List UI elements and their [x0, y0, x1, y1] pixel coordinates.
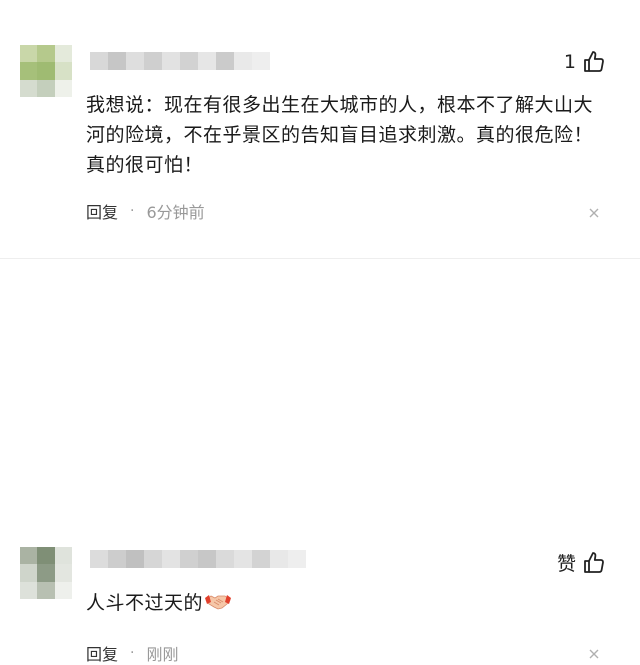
comment-meta: 回复 · 6分钟前: [86, 199, 205, 223]
thumbs-up-icon: [582, 50, 606, 74]
comment-item: 1 我想说：现在有很多出生在大城市的人，根本不了解大山大河的险境，不在乎景区的告…: [0, 0, 640, 258]
comment-item: 赞 人斗不过天的 回复 · 刚刚: [0, 262, 640, 664]
meta-separator: ·: [130, 203, 135, 219]
handshake-emoji-icon: [205, 591, 232, 611]
reply-button[interactable]: 回复: [86, 199, 118, 223]
username-pixelated[interactable]: [90, 52, 270, 70]
comment-text: 人斗不过天的: [86, 588, 606, 618]
close-icon[interactable]: [588, 648, 600, 660]
comment-time: 刚刚: [146, 645, 179, 664]
like-count: 1: [563, 51, 576, 73]
comment-meta: 回复 · 刚刚: [86, 641, 178, 665]
close-icon[interactable]: [588, 207, 600, 219]
avatar[interactable]: [20, 45, 72, 97]
thumbs-up-icon: [582, 551, 606, 575]
username-pixelated[interactable]: [90, 550, 306, 568]
comment-text: 我想说：现在有很多出生在大城市的人，根本不了解大山大河的险境，不在乎景区的告知盲…: [86, 94, 594, 176]
comment-time: 6分钟前: [146, 203, 205, 222]
meta-separator: ·: [130, 645, 135, 661]
like-button[interactable]: 赞: [557, 549, 606, 576]
like-button[interactable]: 1: [564, 50, 606, 74]
comment-text-body: 人斗不过天的: [86, 592, 204, 614]
avatar[interactable]: [20, 547, 72, 599]
reply-button[interactable]: 回复: [86, 641, 118, 665]
like-label: 赞: [556, 553, 576, 575]
divider: [0, 258, 640, 259]
